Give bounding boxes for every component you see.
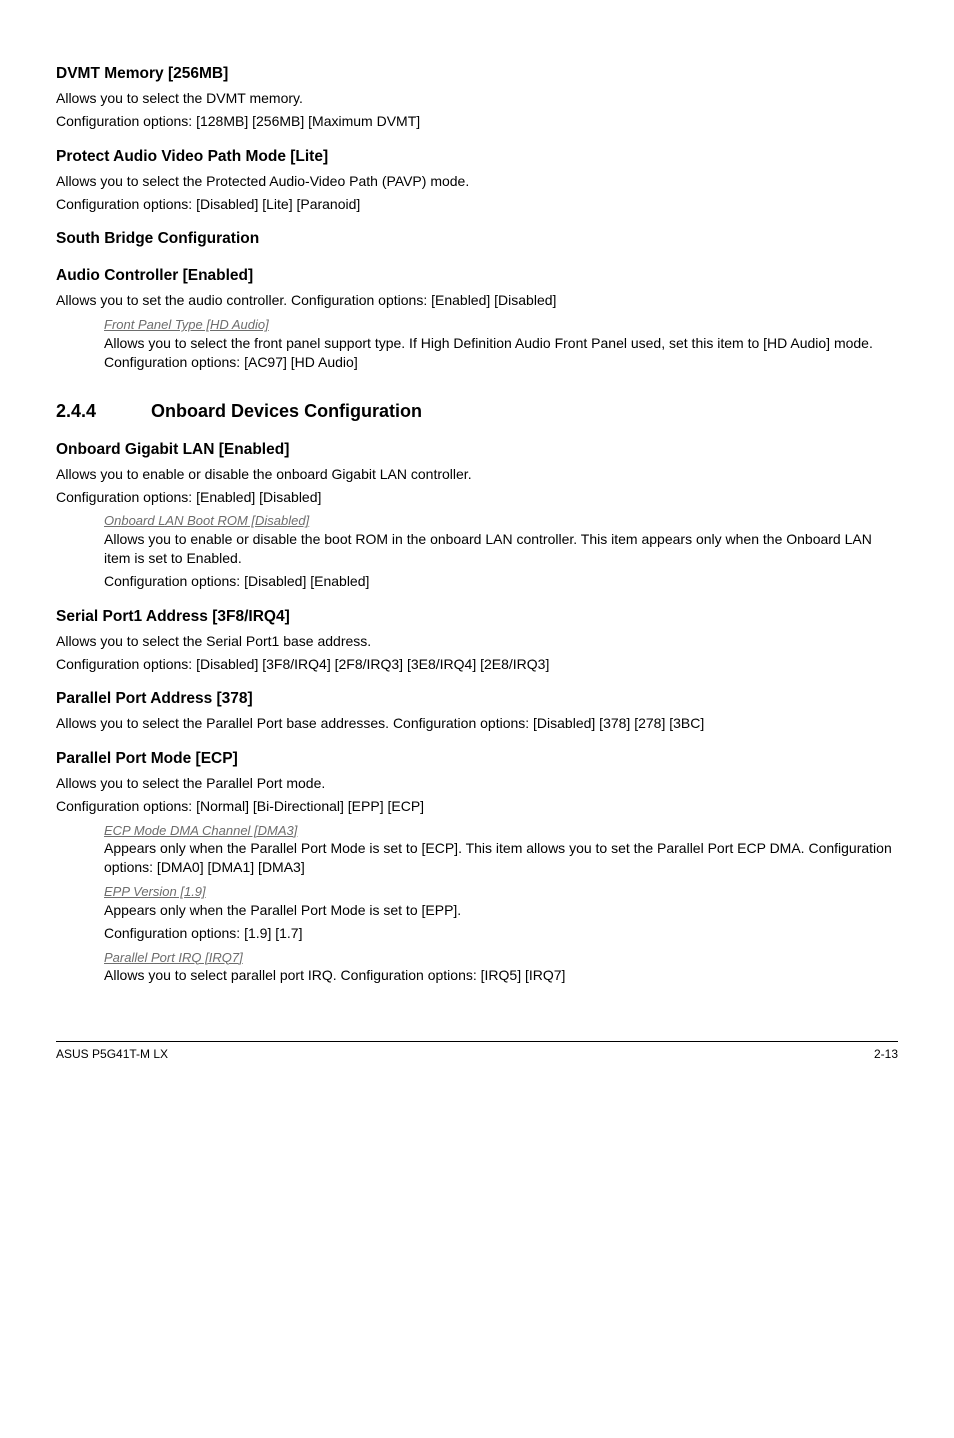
body-text: Allows you to select the front panel sup… [104, 334, 898, 372]
section-title: Onboard Devices Configuration [151, 401, 422, 421]
footer-product: ASUS P5G41T-M LX [56, 1046, 168, 1062]
body-text: Appears only when the Parallel Port Mode… [104, 901, 898, 920]
body-text: Allows you to enable or disable the onbo… [56, 465, 898, 484]
subheading-onboard-lan-boot-rom: Onboard LAN Boot ROM [Disabled] [104, 512, 898, 530]
body-text: Allows you to select the DVMT memory. [56, 89, 898, 108]
body-text: Allows you to enable or disable the boot… [104, 530, 898, 568]
footer-page-number: 2-13 [874, 1046, 898, 1062]
body-text: Allows you to select parallel port IRQ. … [104, 966, 898, 985]
subheading-parallel-port-irq: Parallel Port IRQ [IRQ7] [104, 949, 898, 967]
heading-audio-controller: Audio Controller [Enabled] [56, 266, 898, 287]
section-onboard-devices: 2.4.4 Onboard Devices Configuration [56, 399, 898, 423]
body-text: Allows you to set the audio controller. … [56, 291, 898, 310]
body-text: Configuration options: [Enabled] [Disabl… [56, 488, 898, 507]
subheading-front-panel-type: Front Panel Type [HD Audio] [104, 316, 898, 334]
heading-onboard-gigabit-lan: Onboard Gigabit LAN [Enabled] [56, 440, 898, 461]
subheading-epp-version: EPP Version [1.9] [104, 883, 898, 901]
body-text: Allows you to select the Parallel Port b… [56, 714, 898, 733]
body-text: Appears only when the Parallel Port Mode… [104, 839, 898, 877]
body-text: Configuration options: [Disabled] [Enabl… [104, 572, 898, 591]
heading-parallel-port-address: Parallel Port Address [378] [56, 689, 898, 710]
body-text: Configuration options: [128MB] [256MB] [… [56, 112, 898, 131]
footer-divider [56, 1041, 898, 1042]
heading-parallel-port-mode: Parallel Port Mode [ECP] [56, 749, 898, 770]
body-text: Allows you to select the Parallel Port m… [56, 774, 898, 793]
body-text: Configuration options: [Disabled] [3F8/I… [56, 655, 898, 674]
body-text: Configuration options: [1.9] [1.7] [104, 924, 898, 943]
body-text: Allows you to select the Serial Port1 ba… [56, 632, 898, 651]
section-number: 2.4.4 [56, 399, 146, 423]
body-text: Configuration options: [Disabled] [Lite]… [56, 195, 898, 214]
body-text: Allows you to select the Protected Audio… [56, 172, 898, 191]
heading-south-bridge: South Bridge Configuration [56, 229, 898, 250]
subheading-ecp-mode-dma: ECP Mode DMA Channel [DMA3] [104, 822, 898, 840]
heading-serial-port1: Serial Port1 Address [3F8/IRQ4] [56, 607, 898, 628]
heading-dvmt-memory: DVMT Memory [256MB] [56, 64, 898, 85]
body-text: Configuration options: [Normal] [Bi-Dire… [56, 797, 898, 816]
heading-protect-audio-video: Protect Audio Video Path Mode [Lite] [56, 147, 898, 168]
